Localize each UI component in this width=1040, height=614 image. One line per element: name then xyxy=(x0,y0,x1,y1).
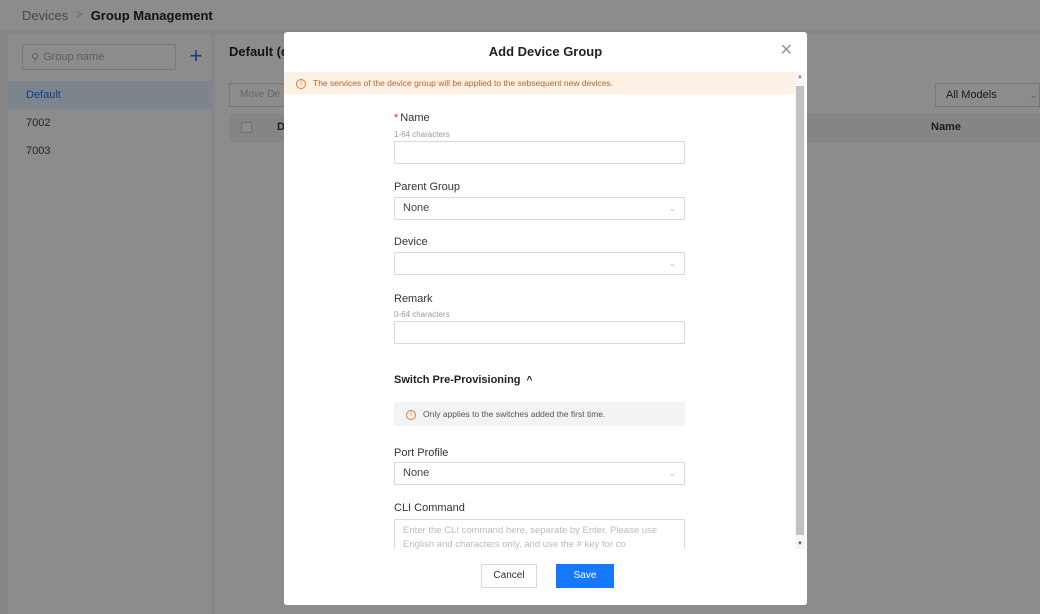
remark-hint: 0-64 characters xyxy=(394,310,450,319)
remark-field[interactable] xyxy=(394,321,685,344)
scrollbar-thumb[interactable] xyxy=(796,86,804,535)
name-label: * Name xyxy=(394,112,430,124)
notice-banner: ! The services of the device group will b… xyxy=(284,72,795,94)
scroll-up-icon[interactable]: ▲ xyxy=(797,74,803,80)
preprovisioning-info: ! Only applies to the switches added the … xyxy=(394,402,685,426)
switch-preprovisioning-toggle[interactable]: Switch Pre-Provisioning ^ xyxy=(394,374,532,386)
close-icon[interactable]: ✕ xyxy=(780,40,793,60)
scroll-down-icon[interactable]: ▼ xyxy=(797,541,803,547)
port-profile-value: None xyxy=(403,467,430,479)
remark-label: Remark xyxy=(394,293,433,305)
chevron-down-icon: ⌄ xyxy=(668,258,676,268)
dialog-footer: Cancel Save xyxy=(284,549,807,605)
device-select[interactable]: ⌄ xyxy=(394,252,685,275)
save-button[interactable]: Save xyxy=(556,564,614,588)
dialog-title: Add Device Group xyxy=(488,44,603,59)
chevron-down-icon: ⌄ xyxy=(668,468,676,478)
notice-text: The services of the device group will be… xyxy=(313,78,614,88)
cancel-button[interactable]: Cancel xyxy=(481,564,537,588)
port-profile-select[interactable]: None ⌄ xyxy=(394,462,685,485)
parent-group-label: Parent Group xyxy=(394,181,461,193)
name-hint: 1-64 characters xyxy=(394,130,450,139)
cli-command-label: CLI Command xyxy=(394,502,465,514)
chevron-down-icon: ⌄ xyxy=(668,203,676,213)
name-field[interactable] xyxy=(394,141,685,164)
dialog-scrollbar[interactable]: ▲ ▼ xyxy=(795,72,805,549)
add-device-group-dialog: Add Device Group ✕ ! The services of the … xyxy=(284,32,807,605)
chevron-up-icon: ^ xyxy=(526,375,533,386)
port-profile-label: Port Profile xyxy=(394,447,449,459)
required-mark: * xyxy=(394,112,399,124)
device-label: Device xyxy=(394,236,428,248)
name-label-text: Name xyxy=(400,112,430,124)
warning-icon: ! xyxy=(296,78,306,89)
preprovisioning-info-text: Only applies to the switches added the f… xyxy=(423,409,606,419)
parent-group-select[interactable]: None ⌄ xyxy=(394,197,685,220)
warning-icon: ! xyxy=(406,409,416,420)
parent-group-value: None xyxy=(403,202,430,214)
section-title-text: Switch Pre-Provisioning xyxy=(394,374,521,386)
